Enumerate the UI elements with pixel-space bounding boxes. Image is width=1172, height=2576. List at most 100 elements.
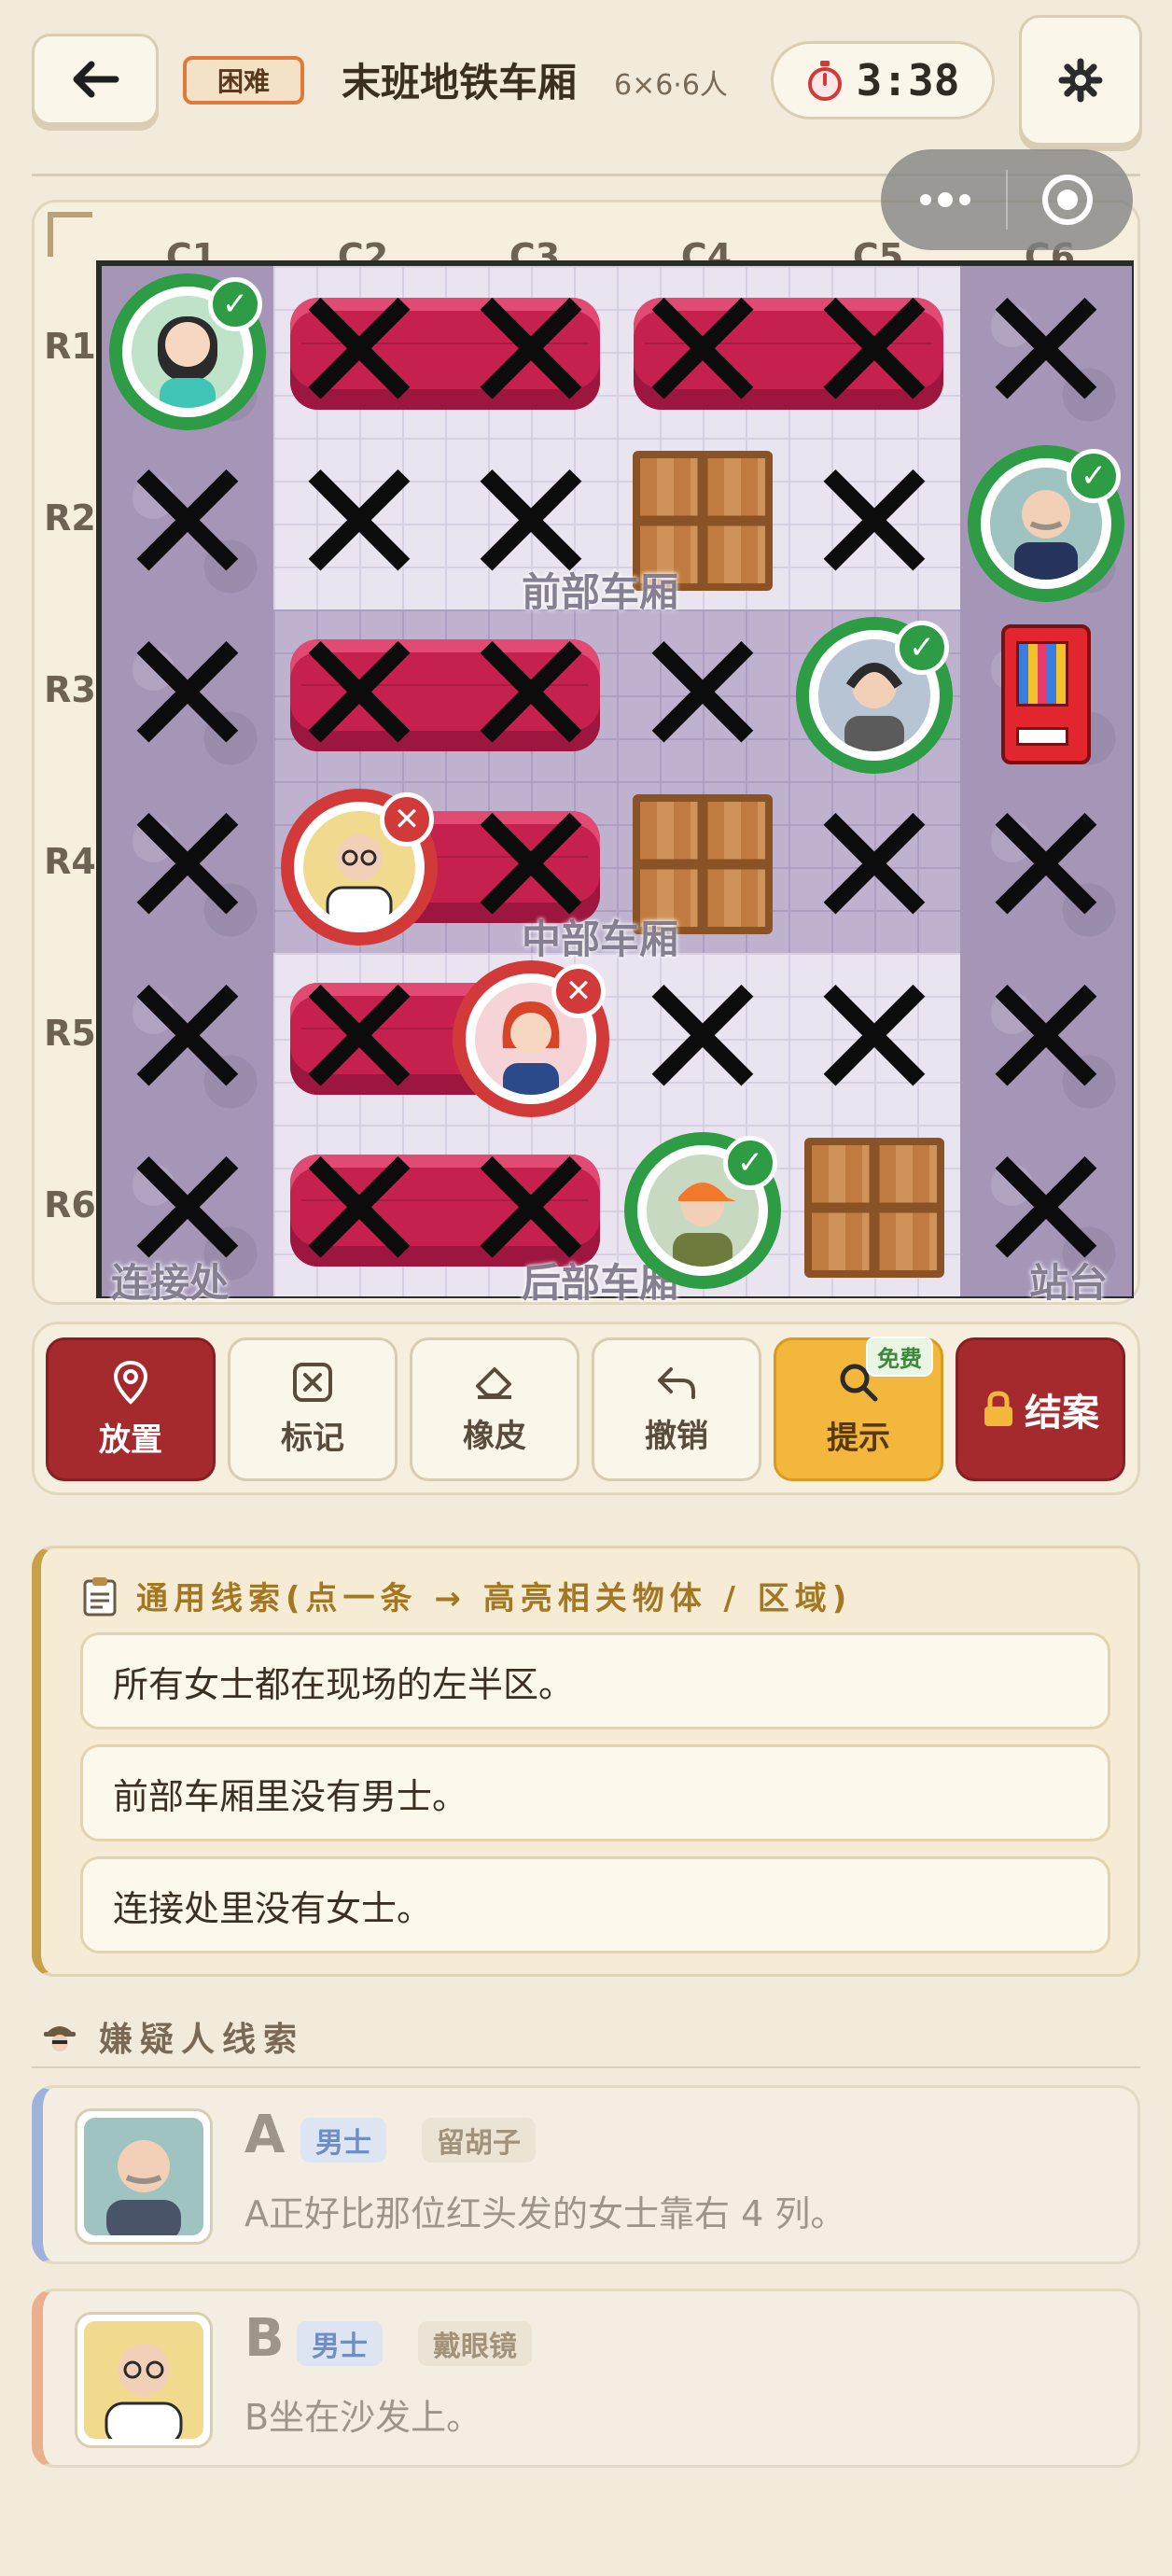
cell-r4c1[interactable]: ✕ bbox=[102, 781, 273, 953]
suspect-token-redhair-woman[interactable]: ✕ bbox=[453, 960, 609, 1117]
suspect-token-b[interactable]: ✕ bbox=[281, 789, 438, 945]
undo-icon bbox=[658, 1366, 695, 1399]
x-mark: ✕ bbox=[286, 1109, 432, 1311]
close-case-label: 结案 bbox=[1025, 1392, 1099, 1435]
close-target-icon[interactable] bbox=[1039, 172, 1095, 228]
cell-r1c6[interactable]: ✕ bbox=[960, 266, 1132, 438]
trait-tag: 留胡子 bbox=[422, 2118, 536, 2163]
suspect-letter: B bbox=[244, 2308, 285, 2369]
suspect-a-portrait bbox=[75, 2108, 213, 2245]
cell-r3c6[interactable] bbox=[960, 609, 1132, 781]
difficulty-badge: 困难 bbox=[183, 56, 304, 105]
arrow-left-icon bbox=[73, 61, 119, 98]
x-mark: ✕ bbox=[286, 937, 432, 1140]
suspect-token-woman-ponytail[interactable]: ✓ bbox=[109, 273, 266, 430]
clipboard-icon bbox=[83, 1576, 117, 1616]
suspect-token-cap[interactable]: ✓ bbox=[624, 1132, 781, 1289]
general-clue-item[interactable]: 所有女士都在现场的左半区。 bbox=[80, 1632, 1110, 1729]
suspect-b-portrait bbox=[75, 2312, 213, 2448]
location-pin-icon bbox=[113, 1360, 148, 1405]
detective-icon bbox=[44, 2026, 76, 2051]
x-mark: ✕ bbox=[115, 953, 260, 1125]
zone-label-middle: 中部车厢 bbox=[522, 917, 679, 962]
x-mark: ✕ bbox=[973, 266, 1119, 438]
suspect-letter: A bbox=[244, 2105, 286, 2165]
x-mark: ✕ bbox=[802, 438, 947, 609]
eraser-button[interactable]: 橡皮 bbox=[410, 1337, 579, 1481]
cell-r2c5[interactable]: ✕ bbox=[788, 438, 960, 609]
cell-r2c1[interactable]: ✕ bbox=[102, 438, 273, 609]
gear-icon bbox=[1058, 58, 1103, 103]
row-header: R3 bbox=[44, 669, 96, 710]
board-corner bbox=[48, 212, 92, 257]
undo-label: 撤销 bbox=[645, 1417, 708, 1455]
place-button[interactable]: 放置 bbox=[46, 1337, 216, 1481]
cell-r5c4[interactable]: ✕ bbox=[617, 953, 788, 1125]
mini-program-capsule[interactable] bbox=[881, 149, 1133, 250]
cell-r3c4[interactable]: ✕ bbox=[617, 609, 788, 781]
cell-r3c1[interactable]: ✕ bbox=[102, 609, 273, 781]
gender-tag: 男士 bbox=[300, 2118, 386, 2163]
x-mark: ✕ bbox=[115, 781, 260, 953]
wrong-x-icon: ✕ bbox=[380, 792, 434, 847]
correct-check-icon: ✓ bbox=[895, 621, 949, 675]
x-mark: ✕ bbox=[802, 781, 947, 953]
back-button[interactable] bbox=[32, 34, 159, 125]
x-mark: ✕ bbox=[973, 781, 1119, 953]
cell-r5c6[interactable]: ✕ bbox=[960, 953, 1132, 1125]
suspect-card-a[interactable]: A 男士 留胡子 A正好比那位红头发的女士靠右 4 列。 bbox=[32, 2085, 1140, 2264]
lock-icon bbox=[984, 1391, 1012, 1426]
free-badge: 免费 bbox=[866, 1337, 933, 1377]
general-clues-title: 通用线索(点一条 → 高亮相关物体 / 区域) bbox=[136, 1580, 853, 1617]
zone-label-front: 前部车厢 bbox=[522, 569, 679, 615]
eraser-label: 橡皮 bbox=[463, 1417, 526, 1455]
row-header: R6 bbox=[44, 1184, 96, 1225]
suspect-clue-text: A正好比那位红头发的女士靠右 4 列。 bbox=[244, 2193, 846, 2234]
suspect-clues-title: 嫌疑人线索 bbox=[99, 2021, 305, 2059]
more-icon[interactable] bbox=[916, 185, 974, 215]
stopwatch-icon bbox=[807, 61, 842, 101]
hint-button[interactable]: 免费 提示 bbox=[774, 1337, 943, 1481]
cell-r5c1[interactable]: ✕ bbox=[102, 953, 273, 1125]
page-title: 末班地铁车厢 bbox=[342, 60, 578, 105]
cell-r5c5[interactable]: ✕ bbox=[788, 953, 960, 1125]
settings-button[interactable] bbox=[1019, 15, 1142, 146]
cell-r4c5[interactable]: ✕ bbox=[788, 781, 960, 953]
general-clue-item[interactable]: 连接处里没有女士。 bbox=[80, 1856, 1110, 1953]
grid: ✕ ✕ ✕ ✕ ✕ ✕ ✕ ✕ ✕ ✕ ✕ ✕ ✕ ✕ ✕ ✕ ✕ ✕ ✕ ✕ … bbox=[96, 250, 1134, 1311]
x-mark: ✕ bbox=[630, 250, 775, 453]
x-mark: ✕ bbox=[115, 609, 260, 781]
timer: 3:38 bbox=[771, 41, 995, 119]
trait-tag: 戴眼镜 bbox=[418, 2321, 532, 2366]
zone-label-connector: 连接处 bbox=[111, 1260, 230, 1306]
x-mark: ✕ bbox=[802, 250, 947, 453]
close-case-button[interactable]: 结案 bbox=[956, 1337, 1125, 1481]
mark-x-icon bbox=[293, 1362, 332, 1402]
eraser-icon bbox=[476, 1366, 511, 1399]
suspect-divider bbox=[32, 2066, 1140, 2068]
x-mark: ✕ bbox=[286, 438, 432, 609]
mark-button[interactable]: 标记 bbox=[228, 1337, 398, 1481]
suspect-clue-text: B坐在沙发上。 bbox=[244, 2397, 482, 2438]
x-mark: ✕ bbox=[286, 594, 432, 796]
suspect-card-b[interactable]: B 男士 戴眼镜 B坐在沙发上。 bbox=[32, 2289, 1140, 2468]
header: 困难 末班地铁车厢 6×6·6人 3:38 bbox=[0, 0, 1172, 168]
puzzle-board: C1 C2 C3 C4 C5 C6 R1 R2 R3 R4 R5 R6 ✕ ✕ … bbox=[32, 200, 1140, 1311]
place-label: 放置 bbox=[99, 1421, 162, 1459]
x-mark: ✕ bbox=[286, 250, 432, 453]
x-mark: ✕ bbox=[458, 594, 604, 796]
cell-r2c2[interactable]: ✕ bbox=[273, 438, 445, 609]
general-clue-item[interactable]: 前部车厢里没有男士。 bbox=[80, 1744, 1110, 1841]
x-mark: ✕ bbox=[630, 953, 775, 1125]
row-header: R4 bbox=[44, 841, 96, 882]
undo-button[interactable]: 撤销 bbox=[592, 1337, 761, 1481]
cell-r4c6[interactable]: ✕ bbox=[960, 781, 1132, 953]
gender-tag: 男士 bbox=[297, 2321, 383, 2366]
cell-r6c5[interactable] bbox=[788, 1125, 960, 1296]
suspect-token-headphones[interactable]: ✓ bbox=[796, 617, 953, 774]
suspect-token-a[interactable]: ✓ bbox=[968, 445, 1124, 602]
x-mark: ✕ bbox=[802, 953, 947, 1125]
hint-label: 提示 bbox=[827, 1419, 890, 1457]
general-clues-panel: 通用线索(点一条 → 高亮相关物体 / 区域) 所有女士都在现场的左半区。 前部… bbox=[32, 1546, 1140, 1977]
mark-label: 标记 bbox=[281, 1419, 344, 1457]
